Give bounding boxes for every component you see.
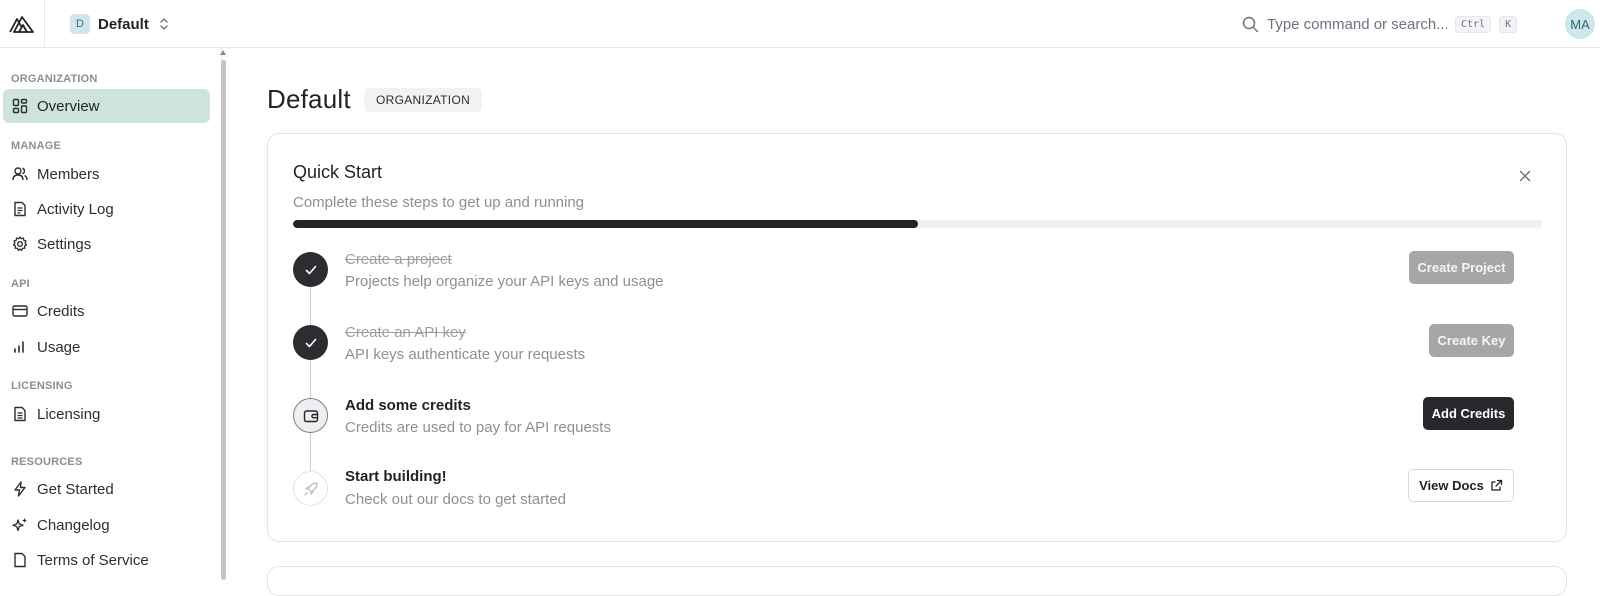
view-docs-button[interactable]: View Docs [1408, 469, 1514, 502]
gear-icon [12, 236, 28, 252]
users-icon [12, 167, 28, 181]
org-type-badge: ORGANIZATION [364, 88, 483, 112]
document-icon [14, 201, 26, 217]
sidebar-item-label: Usage [37, 338, 81, 356]
quick-start-title: Quick Start [293, 162, 383, 182]
bar-chart-icon [14, 341, 24, 353]
sidebar-item-label: Members [37, 165, 100, 183]
sidebar-item-changelog[interactable]: Changelog [3, 508, 210, 542]
view-docs-label: View Docs [1419, 478, 1484, 493]
top-bar: D Default Ctrl K MA [0, 0, 1600, 48]
sidebar-item-label: Get Started [37, 480, 114, 498]
external-link-icon [1491, 479, 1503, 491]
sidebar-item-label: Changelog [37, 516, 110, 534]
sidebar-item-terms[interactable]: Terms of Service [3, 543, 210, 570]
rocket-icon [303, 481, 318, 496]
dashboard-icon [12, 98, 28, 114]
sidebar: ORGANIZATION Overview MANAGE Members Act… [0, 48, 222, 570]
step-connector [310, 359, 311, 399]
user-avatar[interactable]: MA [1565, 9, 1595, 39]
section-licensing: LICENSING [11, 380, 73, 392]
step-4-title: Start building! [345, 468, 447, 485]
check-icon [305, 265, 316, 274]
license-document-icon [14, 406, 26, 422]
sidebar-item-label: Activity Log [37, 200, 114, 218]
command-search[interactable]: Ctrl K [1242, 12, 1518, 36]
quick-start-card: Quick Start Complete these steps to get … [267, 133, 1567, 542]
step-3-title: Add some credits [345, 397, 471, 414]
page-title: Default [267, 84, 351, 114]
progress-bar-fill [293, 220, 918, 228]
close-icon [1519, 170, 1531, 182]
create-project-button[interactable]: Create Project [1409, 251, 1514, 284]
sidebar-item-get-started[interactable]: Get Started [3, 472, 210, 506]
step-4-description: Check out our docs to get started [345, 491, 566, 508]
scroll-up-arrow-icon[interactable] [220, 50, 226, 55]
sidebar-item-label: Terms of Service [37, 551, 149, 569]
step-2-status [293, 325, 328, 360]
terms-document-icon [14, 552, 26, 568]
step-3-description: Credits are used to pay for API requests [345, 419, 611, 436]
logo-icon [9, 16, 34, 33]
sidebar-scrollbar[interactable] [220, 50, 227, 580]
sidebar-item-label: Licensing [37, 405, 101, 423]
step-connector [310, 432, 311, 472]
section-api: API [11, 278, 30, 290]
section-organization: ORGANIZATION [11, 73, 98, 85]
section-resources: RESOURCES [11, 456, 83, 468]
scrollbar-thumb[interactable] [221, 60, 226, 580]
wallet-icon [303, 409, 318, 422]
sidebar-item-members[interactable]: Members [3, 157, 210, 191]
step-1-description: Projects help organize your API keys and… [345, 273, 664, 290]
step-4-status [293, 471, 328, 506]
next-card [267, 566, 1567, 596]
quick-start-subtitle: Complete these steps to get up and runni… [293, 194, 585, 211]
sidebar-item-label: Credits [37, 302, 85, 320]
sidebar-item-credits[interactable]: Credits [3, 294, 210, 328]
check-icon [305, 338, 316, 347]
org-avatar: D [70, 14, 90, 34]
app-logo[interactable] [0, 0, 45, 48]
progress-bar [293, 220, 1542, 228]
create-key-button[interactable]: Create Key [1429, 324, 1514, 357]
sidebar-item-label: Settings [37, 235, 92, 253]
lightning-icon [14, 481, 26, 497]
sidebar-item-usage[interactable]: Usage [3, 330, 210, 364]
add-credits-button[interactable]: Add Credits [1423, 397, 1514, 430]
step-3-status [293, 398, 328, 433]
search-input[interactable] [1267, 15, 1447, 33]
credit-card-icon [12, 305, 28, 317]
step-connector [310, 286, 311, 326]
step-2-title: Create an API key [345, 324, 466, 341]
search-icon [1242, 16, 1259, 32]
sidebar-item-overview[interactable]: Overview [3, 89, 210, 123]
step-1-title: Create a project [345, 251, 452, 268]
close-quick-start-button[interactable] [1515, 166, 1535, 186]
sidebar-item-label: Overview [37, 97, 100, 115]
org-switcher-name: Default [98, 15, 149, 33]
org-switcher[interactable]: D Default [70, 12, 171, 36]
step-2-description: API keys authenticate your requests [345, 346, 586, 363]
sparkles-icon [12, 518, 27, 532]
sidebar-item-licensing[interactable]: Licensing [3, 397, 210, 431]
section-manage: MANAGE [11, 140, 62, 152]
shortcut-k: K [1499, 15, 1518, 33]
sidebar-item-settings[interactable]: Settings [3, 227, 210, 261]
chevron-up-down-icon [160, 18, 168, 30]
sidebar-item-activity-log[interactable]: Activity Log [3, 192, 210, 226]
shortcut-ctrl: Ctrl [1455, 15, 1492, 33]
step-1-status [293, 252, 328, 287]
